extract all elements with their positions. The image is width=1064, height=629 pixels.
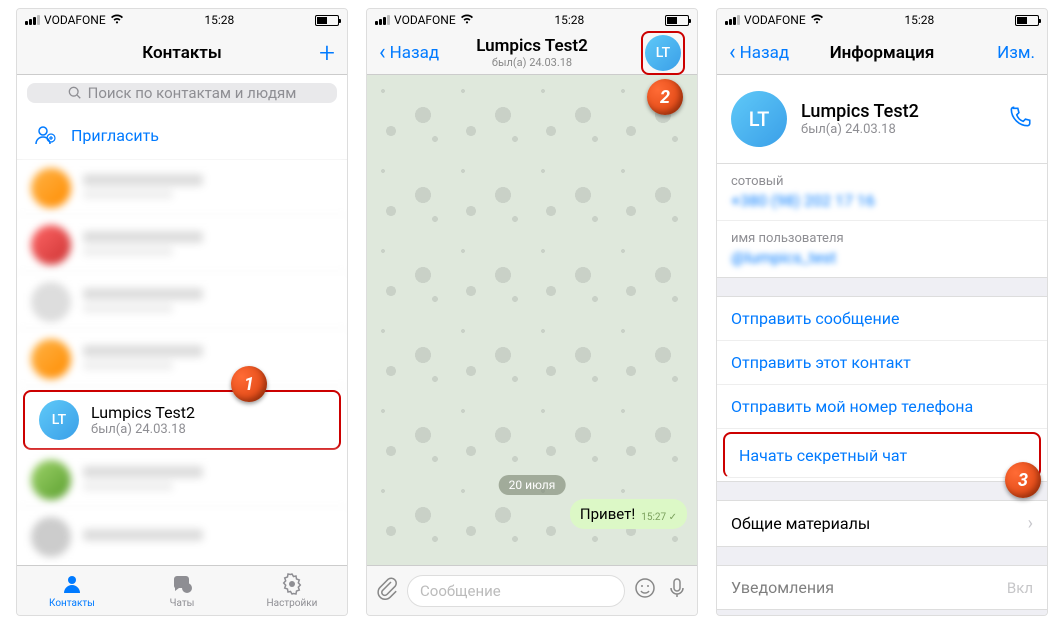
chats-icon (170, 572, 194, 596)
contact-row[interactable] (17, 509, 347, 565)
settings-icon (280, 572, 304, 596)
screen-chat: VODAFONE 15:28 ‹Назад Lumpics Test2 был(… (366, 8, 698, 616)
page-title: Контакты (142, 43, 222, 63)
tab-chats[interactable]: Чаты (127, 566, 237, 615)
profile-header: LT Lumpics Test2 был(а) 24.03.18 (717, 75, 1047, 164)
tab-bar: Контакты Чаты Настройки (17, 565, 347, 615)
profile-status: был(а) 24.03.18 (801, 122, 993, 137)
contact-row[interactable] (17, 331, 347, 388)
status-bar: VODAFONE 15:28 (717, 9, 1047, 31)
time: 15:28 (204, 13, 234, 27)
chat-title[interactable]: Lumpics Test2 был(а) 24.03.18 (476, 36, 588, 69)
attach-button[interactable] (375, 576, 399, 606)
back-button[interactable]: ‹Назад (729, 40, 789, 65)
search-input[interactable]: Поиск по контактам и людям (27, 83, 337, 103)
contacts-icon (60, 572, 84, 596)
navbar: ‹Назад Информация Изм. (717, 31, 1047, 75)
screen-info: VODAFONE 15:28 ‹Назад Информация Изм. LT… (716, 8, 1048, 616)
carrier: VODAFONE (44, 13, 106, 27)
notifications-row[interactable]: Уведомления Вкл (717, 566, 1047, 609)
tab-contacts[interactable]: Контакты (17, 566, 127, 615)
share-contact-button[interactable]: Отправить этот контакт (717, 341, 1047, 385)
signal-icon (25, 15, 40, 25)
shared-media-button[interactable]: Общие материалы › (717, 501, 1047, 546)
navbar: Контакты + (17, 31, 347, 75)
add-contact-button[interactable]: + (319, 36, 335, 69)
chat-avatar-button[interactable]: LT (645, 35, 681, 71)
contact-row[interactable] (17, 217, 347, 274)
screen-contacts: VODAFONE 15:28 Контакты + Поиск по конта… (16, 8, 348, 616)
profile-name: Lumpics Test2 (801, 101, 993, 122)
avatar[interactable]: LT (731, 91, 787, 147)
message-bubble[interactable]: Привет! 15:27 ✓ (570, 499, 687, 529)
message-time: 15:27 ✓ (641, 512, 677, 523)
send-my-number-button[interactable]: Отправить мой номер телефона (717, 385, 1047, 429)
input-bar: Сообщение (367, 565, 697, 615)
sticker-button[interactable] (633, 576, 657, 606)
chevron-right-icon: › (1028, 513, 1033, 534)
chat-area[interactable]: 20 июля Привет! 15:27 ✓ (367, 75, 697, 565)
mobile-cell[interactable]: сотовый +380 (98) 202 17 16 (717, 164, 1047, 221)
call-button[interactable] (1007, 104, 1033, 134)
contact-name: Lumpics Test2 (91, 403, 325, 422)
status-bar: VODAFONE 15:28 (17, 9, 347, 31)
page-title: Информация (830, 43, 935, 63)
navbar: ‹Назад Lumpics Test2 был(а) 24.03.18 LT (367, 31, 697, 75)
message-input[interactable]: Сообщение (407, 575, 625, 607)
tab-settings[interactable]: Настройки (237, 566, 347, 615)
contact-row[interactable] (17, 452, 347, 509)
start-secret-chat-button[interactable]: Начать секретный чат (723, 432, 1041, 478)
contact-status: был(а) 24.03.18 (91, 422, 325, 437)
send-message-button[interactable]: Отправить сообщение (717, 297, 1047, 341)
step-marker-1: 1 (231, 366, 267, 402)
mic-button[interactable] (665, 576, 689, 606)
contact-row[interactable] (17, 274, 347, 331)
contact-row[interactable] (17, 160, 347, 217)
invite-friends-button[interactable]: Пригласить (17, 111, 347, 160)
status-bar: VODAFONE 15:28 (367, 9, 697, 31)
invite-icon (31, 121, 59, 149)
avatar: LT (39, 400, 79, 440)
wifi-icon (110, 13, 124, 28)
date-separator: 20 июля (499, 475, 566, 495)
contact-row-lumpics[interactable]: LT Lumpics Test2 был(а) 24.03.18 (23, 390, 341, 450)
search-icon (68, 86, 82, 100)
step-marker-2: 2 (647, 79, 683, 115)
back-button[interactable]: ‹Назад (379, 40, 439, 65)
step-marker-3: 3 (1005, 462, 1041, 498)
battery-icon (315, 15, 339, 26)
edit-button[interactable]: Изм. (997, 43, 1035, 63)
username-cell[interactable]: имя пользователя @lumpics_test (717, 221, 1047, 277)
